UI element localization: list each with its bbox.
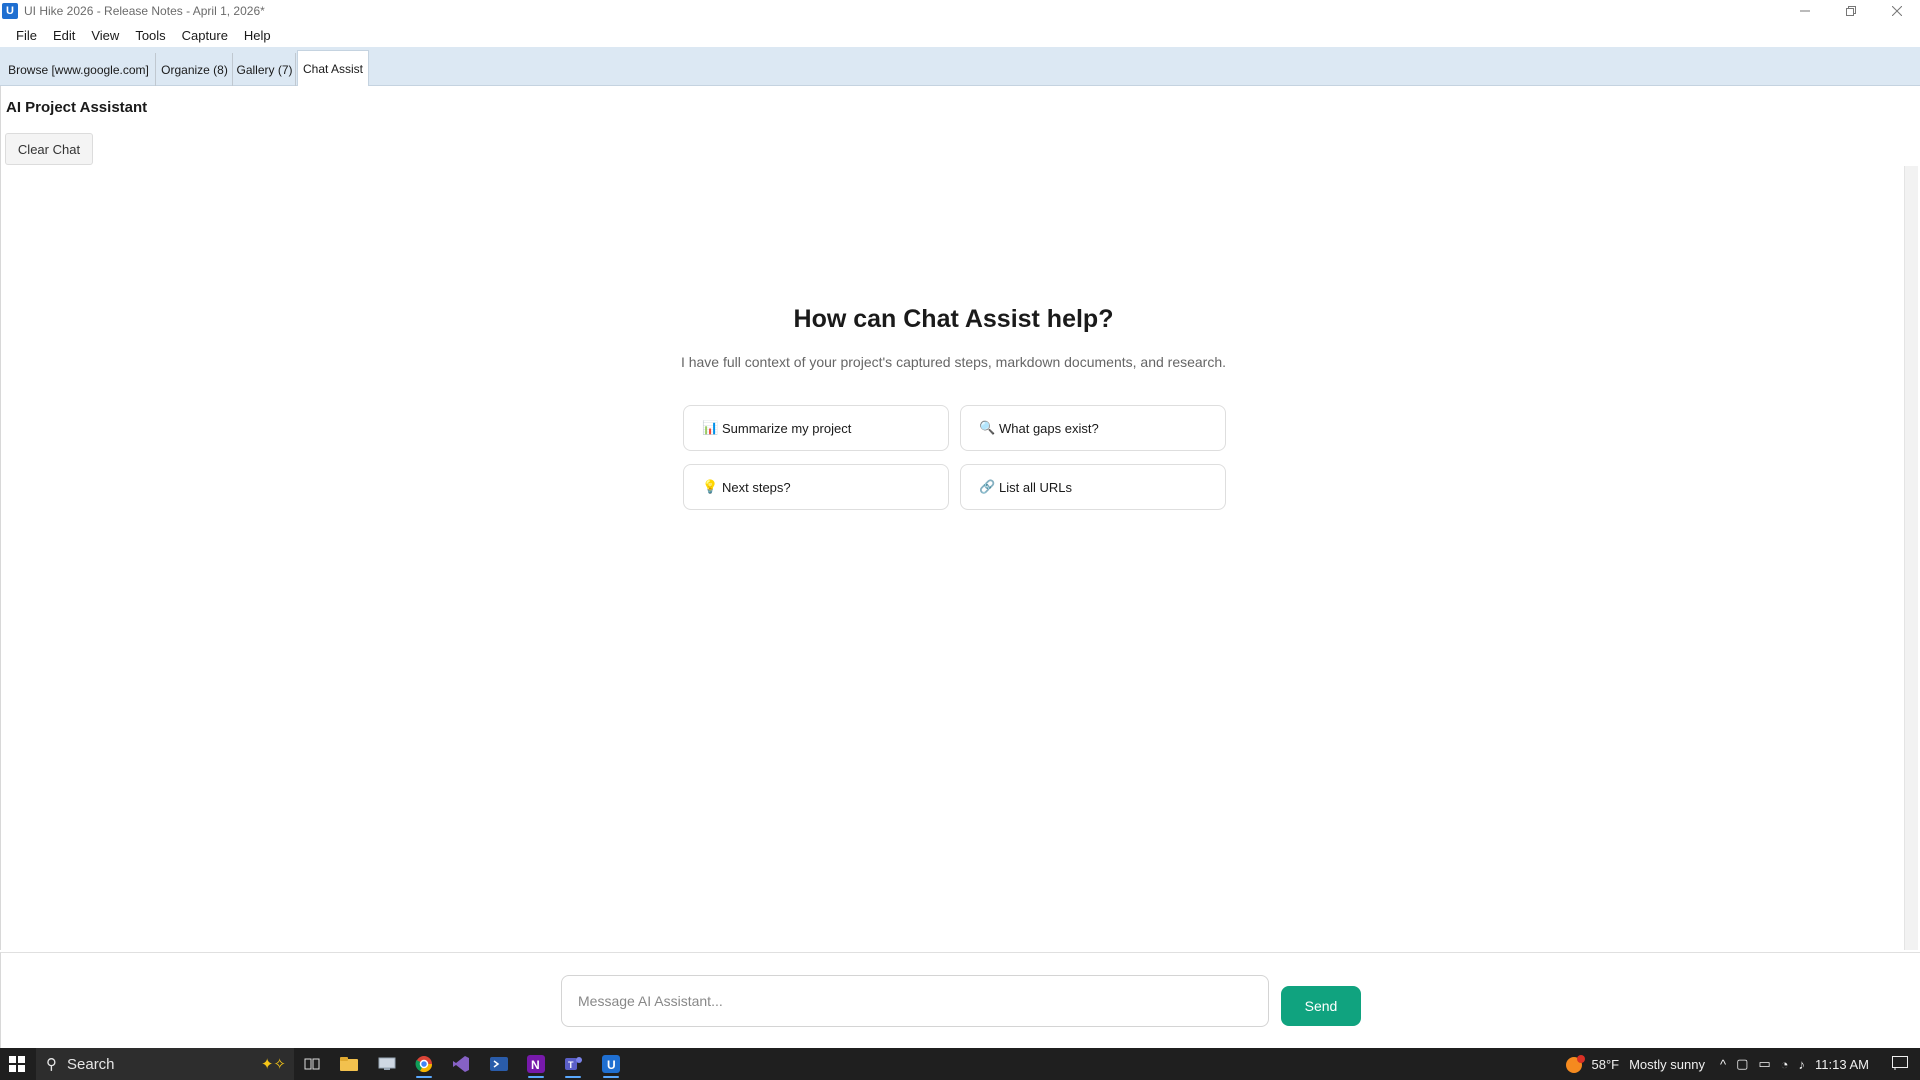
tab-gallery[interactable]: Gallery (7): [234, 53, 296, 86]
menu-bar: File Edit View Tools Capture Help: [0, 24, 279, 46]
suggestion-label: What gaps exist?: [999, 420, 1099, 436]
tab-chat-assist[interactable]: Chat Assist: [297, 50, 369, 87]
visual-studio-icon: [453, 1056, 469, 1072]
message-input[interactable]: [561, 975, 1269, 1027]
task-view-icon: [304, 1058, 320, 1070]
svg-text:U: U: [607, 1058, 616, 1072]
chrome-button[interactable]: [406, 1048, 442, 1080]
chat-panel: AI Project Assistant Clear Chat How can …: [0, 86, 1920, 950]
taskbar: ⚲ Search ✦✧ N T U 58°F Mostly sunny ^ ▢ …: [0, 1048, 1920, 1080]
folder-icon: [340, 1057, 358, 1071]
window-controls: [1782, 0, 1920, 22]
battery-icon[interactable]: ▭: [1758, 1056, 1770, 1072]
tab-organize[interactable]: Organize (8): [157, 53, 233, 86]
start-button[interactable]: [0, 1048, 34, 1080]
wifi-icon[interactable]: ◔: [1781, 1057, 1789, 1072]
restore-icon: [1846, 6, 1856, 16]
notifications-button[interactable]: [1892, 1055, 1908, 1073]
composer: Send: [0, 952, 1920, 1048]
weather-text: Mostly sunny: [1629, 1056, 1705, 1072]
weather-temp: 58°F: [1591, 1056, 1620, 1072]
close-icon: [1892, 6, 1902, 16]
windows-logo-icon: [9, 1056, 25, 1072]
running-indicator: [603, 1076, 619, 1078]
search-label: Search: [67, 1055, 115, 1073]
tab-bar: Browse [www.google.com] Organize (8) Gal…: [0, 47, 1920, 87]
sparkle-icon: ✦✧: [260, 1056, 286, 1073]
suggestion-gaps-button[interactable]: 🔍 What gaps exist?: [960, 405, 1226, 451]
running-indicator: [416, 1076, 432, 1078]
clock[interactable]: 11:13 AM: [1815, 1057, 1869, 1072]
system-tray: 58°F Mostly sunny ^ ▢ ▭ ◔ ♪ 11:13 AM: [1559, 1048, 1920, 1080]
onenote-icon: N: [527, 1055, 545, 1073]
weather-widget[interactable]: 58°F Mostly sunny: [1564, 1054, 1709, 1074]
minimize-button[interactable]: [1782, 0, 1828, 22]
monitor-icon: [378, 1057, 396, 1070]
link-icon: 🔗: [979, 479, 996, 494]
bar-chart-icon: 📊: [702, 420, 719, 435]
clear-chat-button[interactable]: Clear Chat: [5, 133, 93, 165]
volume-icon[interactable]: ♪: [1799, 1057, 1806, 1072]
suggestion-label: Next steps?: [722, 479, 791, 495]
suggestion-urls-button[interactable]: 🔗 List all URLs: [960, 464, 1226, 510]
menu-file[interactable]: File: [8, 28, 45, 43]
running-indicator: [528, 1076, 544, 1078]
menu-view[interactable]: View: [83, 28, 127, 43]
title-bar: U UI Hike 2026 - Release Notes - April 1…: [0, 0, 1920, 22]
onenote-button[interactable]: N: [518, 1048, 554, 1080]
ui-hike-icon: U: [602, 1055, 620, 1073]
window-title: UI Hike 2026 - Release Notes - April 1, …: [24, 4, 265, 18]
task-view-button[interactable]: [294, 1048, 330, 1080]
minimize-icon: [1800, 10, 1810, 12]
send-button[interactable]: Send: [1281, 986, 1361, 1026]
teams-button[interactable]: T: [555, 1048, 591, 1080]
visual-studio-button[interactable]: [443, 1048, 479, 1080]
suggestion-next-steps-button[interactable]: 💡 Next steps?: [683, 464, 949, 510]
close-button[interactable]: [1874, 0, 1920, 22]
running-indicator: [565, 1076, 581, 1078]
menu-edit[interactable]: Edit: [45, 28, 83, 43]
show-hidden-icons-button[interactable]: ^: [1720, 1057, 1726, 1072]
magnifier-icon: 🔍: [979, 420, 996, 435]
restore-button[interactable]: [1828, 0, 1874, 22]
svg-text:N: N: [531, 1058, 540, 1072]
lightbulb-icon: 💡: [702, 479, 719, 494]
ui-hike-button[interactable]: U: [593, 1048, 629, 1080]
menu-capture[interactable]: Capture: [174, 28, 236, 43]
search-icon: ⚲: [46, 1056, 57, 1073]
suggestion-label: List all URLs: [999, 479, 1072, 495]
chrome-icon: [415, 1056, 433, 1073]
notification-icon: [1892, 1055, 1908, 1070]
menu-help[interactable]: Help: [236, 28, 279, 43]
menu-tools[interactable]: Tools: [127, 28, 173, 43]
taskbar-search[interactable]: ⚲ Search ✦✧: [36, 1048, 294, 1080]
suggestion-label: Summarize my project: [722, 420, 852, 436]
welcome-title: How can Chat Assist help?: [793, 305, 1114, 333]
file-explorer-button[interactable]: [331, 1048, 367, 1080]
chat-scrollbar[interactable]: [1904, 166, 1918, 950]
svg-text:T: T: [568, 1060, 574, 1070]
panel-title: AI Project Assistant: [6, 99, 148, 116]
meeting-icon[interactable]: ▢: [1736, 1056, 1748, 1072]
weather-sun-icon: [1566, 1055, 1586, 1073]
remote-desktop-button[interactable]: [369, 1048, 405, 1080]
tab-browse[interactable]: Browse [www.google.com]: [2, 53, 156, 86]
teams-icon: T: [565, 1057, 582, 1070]
suggestion-summarize-button[interactable]: 📊 Summarize my project: [683, 405, 949, 451]
welcome-subtitle: I have full context of your project's ca…: [680, 354, 1227, 370]
app-logo-icon: U: [2, 3, 18, 19]
terminal-icon: [490, 1057, 508, 1071]
powershell-button[interactable]: [481, 1048, 517, 1080]
